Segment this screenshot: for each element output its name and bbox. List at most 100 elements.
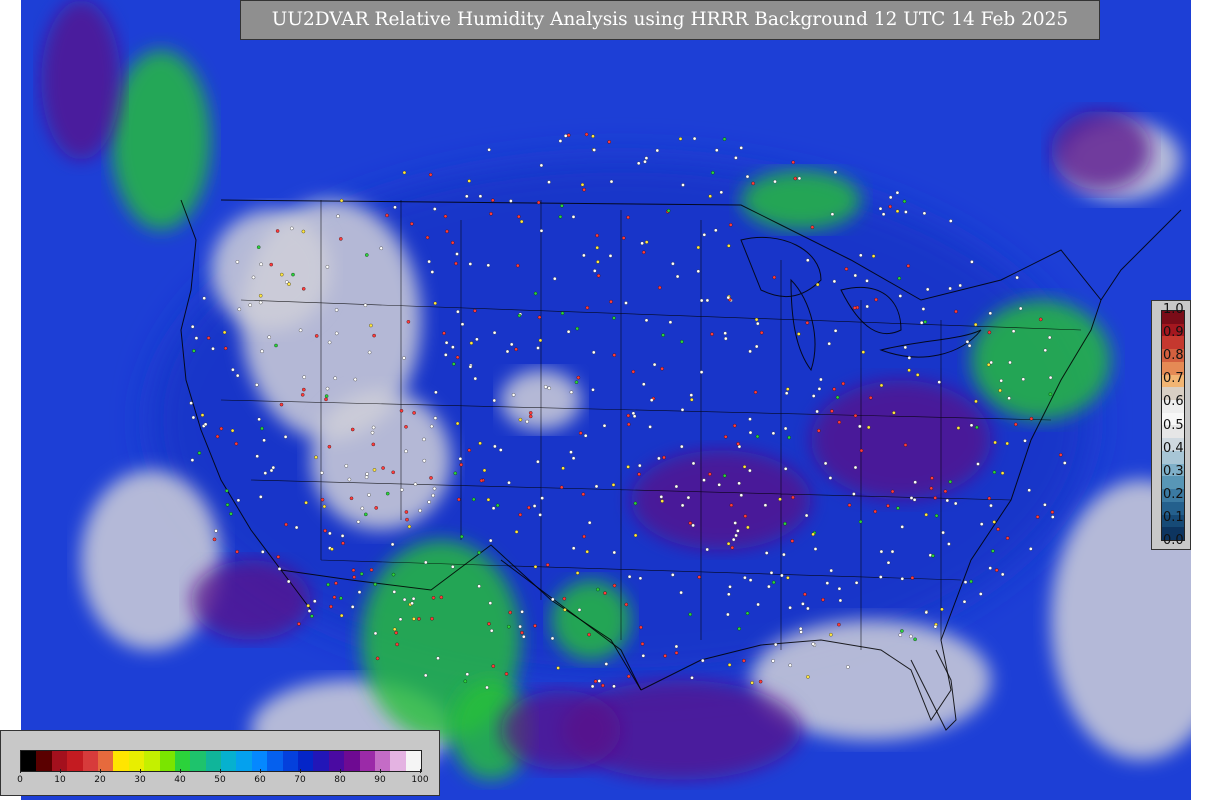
station-marker <box>969 423 974 428</box>
station-marker <box>723 331 727 335</box>
station-marker <box>583 433 588 438</box>
station-marker <box>910 576 915 580</box>
station-marker <box>828 476 833 480</box>
station-marker <box>987 330 992 335</box>
station-marker <box>624 602 629 607</box>
station-marker <box>486 263 491 268</box>
station-marker <box>699 370 704 374</box>
station-marker <box>385 491 390 496</box>
station-marker <box>681 183 685 187</box>
station-marker <box>455 355 460 360</box>
station-marker <box>587 632 591 637</box>
station-marker <box>1029 416 1034 421</box>
station-marker <box>691 523 695 528</box>
station-marker <box>508 610 512 615</box>
station-marker <box>727 244 731 248</box>
station-marker <box>313 599 317 603</box>
station-marker <box>306 603 310 608</box>
station-marker <box>558 139 563 143</box>
station-marker <box>726 541 731 546</box>
rh-colorbar <box>0 730 440 796</box>
station-marker <box>900 525 904 529</box>
rh-tick-label: 60 <box>254 775 266 785</box>
station-marker <box>924 610 929 615</box>
dry-region <box>211 210 331 330</box>
station-marker <box>817 428 821 433</box>
station-marker <box>314 455 318 460</box>
station-marker <box>723 435 728 439</box>
station-marker <box>829 632 833 637</box>
station-marker <box>604 662 609 666</box>
station-marker <box>643 159 647 164</box>
humid-region <box>1051 110 1151 190</box>
station-marker <box>788 663 792 668</box>
station-marker <box>394 631 398 635</box>
station-marker <box>705 298 710 303</box>
rh-tick-label: 70 <box>294 775 306 785</box>
station-marker <box>320 471 324 475</box>
station-marker <box>879 383 884 388</box>
station-marker <box>391 470 395 475</box>
station-marker <box>890 489 895 494</box>
station-marker <box>455 252 459 256</box>
station-marker <box>734 156 738 160</box>
station-marker <box>322 504 327 509</box>
station-marker <box>965 340 970 344</box>
station-marker <box>334 331 339 336</box>
station-marker <box>339 613 344 618</box>
station-marker <box>602 423 607 428</box>
rh-color-swatch <box>405 751 422 771</box>
station-marker <box>291 272 295 277</box>
station-marker <box>458 457 463 461</box>
dry-region <box>81 470 221 650</box>
station-marker <box>451 565 455 569</box>
station-marker <box>302 375 306 379</box>
rh-tick-mark <box>60 769 61 773</box>
station-marker <box>590 684 595 689</box>
station-marker <box>895 190 900 195</box>
station-marker <box>576 375 581 380</box>
rh-tick-label: 10 <box>54 775 66 785</box>
station-marker <box>1014 422 1018 427</box>
station-marker <box>993 440 997 445</box>
station-marker <box>804 513 809 518</box>
station-marker <box>518 624 522 629</box>
station-marker <box>754 344 759 349</box>
station-marker <box>575 326 579 331</box>
station-marker <box>443 214 448 219</box>
increment-tick-label: 0.7 <box>1163 371 1184 387</box>
station-marker <box>235 549 239 554</box>
station-marker <box>662 455 666 460</box>
station-marker <box>871 254 876 258</box>
station-marker <box>492 398 497 403</box>
station-marker <box>906 264 911 268</box>
station-marker <box>1063 461 1067 465</box>
station-marker <box>710 332 714 336</box>
station-marker <box>992 470 997 474</box>
station-marker <box>427 500 431 504</box>
station-marker <box>406 320 411 324</box>
station-marker <box>746 525 750 530</box>
station-marker <box>788 605 792 610</box>
station-marker <box>743 575 747 580</box>
station-marker <box>962 599 967 604</box>
station-marker <box>580 182 585 187</box>
station-marker <box>261 550 265 554</box>
rh-color-swatch <box>313 751 329 771</box>
station-marker <box>748 417 752 421</box>
station-marker <box>411 596 416 601</box>
station-marker <box>460 322 465 326</box>
station-marker <box>325 386 330 391</box>
station-marker <box>364 512 368 517</box>
station-marker <box>771 431 776 436</box>
rh-map-svg <box>41 0 1191 780</box>
station-marker <box>632 414 637 418</box>
station-marker <box>373 582 377 587</box>
station-marker <box>987 496 992 501</box>
station-marker <box>585 305 590 310</box>
station-marker <box>913 637 917 642</box>
increment-tick-label: 1.0 <box>1163 302 1184 317</box>
station-marker <box>364 475 369 479</box>
station-marker <box>263 471 268 475</box>
station-marker <box>913 480 917 484</box>
